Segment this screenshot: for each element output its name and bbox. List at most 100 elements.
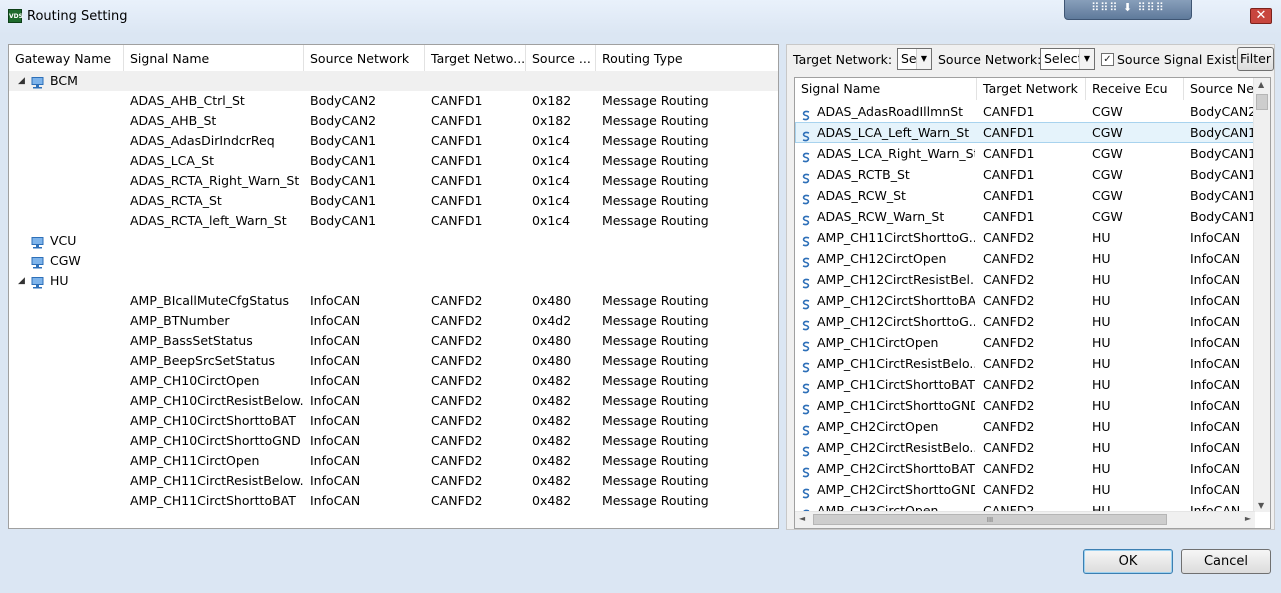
signal-cell-2: CANFD2	[983, 482, 1035, 497]
signal-row[interactable]: ADAS_RCW_St CANFD1 CGW BodyCAN1	[795, 185, 1259, 206]
cell-routing-type: Message Routing	[602, 353, 709, 368]
expand-arrow-icon[interactable]: ◢	[18, 271, 25, 291]
column-header-6[interactable]: Routing Type	[596, 45, 778, 72]
signal-cell-3: CGW	[1092, 188, 1123, 203]
source-signal-exist-checkbox[interactable]: ✓	[1101, 53, 1114, 66]
table-row[interactable]: AMP_BeepSrcSetStatus InfoCAN CANFD2 0x480 Me…	[9, 351, 778, 371]
tree-group-row[interactable]: VCU	[9, 231, 778, 251]
signal-cell-2: CANFD1	[983, 125, 1035, 140]
signal-icon	[801, 295, 811, 310]
signal-icon	[801, 106, 811, 121]
column-header-1[interactable]: Gateway Name	[9, 45, 124, 72]
horizontal-scrollbar[interactable]: ◄ III ►	[795, 511, 1255, 528]
scroll-up-icon[interactable]: ▲	[1258, 80, 1264, 89]
scroll-right-icon[interactable]: ►	[1245, 514, 1251, 523]
signal-row[interactable]: AMP_CH2CirctShorttoGND CANFD2 HU InfoCAN	[795, 479, 1259, 500]
signal-row[interactable]: AMP_CH12CirctShorttoBAT CANFD2 HU InfoCAN	[795, 290, 1259, 311]
close-button[interactable]: ✕	[1250, 8, 1272, 24]
chevron-down-icon: ▼	[1079, 49, 1094, 69]
signal-row[interactable]: AMP_CH1CirctShorttoGND CANFD2 HU InfoCAN	[795, 395, 1259, 416]
scroll-thumb[interactable]	[1256, 94, 1268, 110]
signal-row[interactable]: ADAS_AdasRoadIllmnSt CANFD1 CGW BodyCAN2	[795, 101, 1259, 122]
signal-cell-3: HU	[1092, 314, 1111, 329]
signal-cell-4: InfoCAN	[1190, 293, 1241, 308]
table-row[interactable]: AMP_BTNumber InfoCAN CANFD2 0x4d2 Message Ro…	[9, 311, 778, 331]
table-row[interactable]: ADAS_RCTA_Right_Warn_St BodyCAN1 CANFD1 0x1…	[9, 171, 778, 191]
signal-row[interactable]: AMP_CH1CirctOpen CANFD2 HU InfoCAN	[795, 332, 1259, 353]
cell-signal-name: ADAS_RCTA_Right_Warn_St	[130, 173, 300, 188]
cell-routing-type: Message Routing	[602, 413, 709, 428]
target-network-select[interactable]: Se ▼	[897, 48, 932, 70]
window-control-widget[interactable]: ⠿⠿⠿ ⬇ ⠿⠿⠿	[1064, 0, 1192, 20]
ok-button[interactable]: OK	[1083, 549, 1173, 574]
table-row[interactable]: ADAS_RCTA_St BodyCAN1 CANFD1 0x1c4 Message R…	[9, 191, 778, 211]
tree-group-row[interactable]: ◢ HU	[9, 271, 778, 291]
column-header-4[interactable]: Target Netwo...	[425, 45, 526, 72]
signal-column-header-4[interactable]: Source Net	[1184, 78, 1259, 100]
table-row[interactable]: AMP_CH10CirctResistBelow... InfoCAN CANFD2…	[9, 391, 778, 411]
signal-cell-2: CANFD2	[983, 230, 1035, 245]
signal-row[interactable]: ADAS_LCA_Left_Warn_St CANFD1 CGW BodyCAN1	[795, 122, 1259, 143]
signal-row[interactable]: ADAS_LCA_Right_Warn_St CANFD1 CGW BodyCAN1	[795, 143, 1259, 164]
signal-cell-4: InfoCAN	[1190, 335, 1241, 350]
expand-arrow-icon[interactable]: ◢	[18, 71, 25, 91]
table-row[interactable]: AMP_CH11CirctShorttoBAT InfoCAN CANFD2 0x48…	[9, 491, 778, 511]
signal-cell-3: HU	[1092, 419, 1111, 434]
signal-row[interactable]: ADAS_RCTB_St CANFD1 CGW BodyCAN1	[795, 164, 1259, 185]
cell-source: 0x1c4	[532, 213, 571, 228]
cancel-button[interactable]: Cancel	[1181, 549, 1271, 574]
signal-cell-3: HU	[1092, 482, 1111, 497]
scroll-left-icon[interactable]: ◄	[799, 514, 805, 523]
table-row[interactable]: AMP_CH10CirctShorttoGND InfoCAN CANFD2 0x48…	[9, 431, 778, 451]
signal-column-header-1[interactable]: Signal Name	[795, 78, 977, 100]
signal-cell-1: AMP_CH1CirctShorttoBAT	[817, 377, 975, 392]
table-row[interactable]: ADAS_AHB_St BodyCAN2 CANFD1 0x182 Message Ro…	[9, 111, 778, 131]
table-row[interactable]: AMP_BIcallMuteCfgStatus InfoCAN CANFD2 0x48…	[9, 291, 778, 311]
table-row[interactable]: AMP_CH11CirctResistBelow... InfoCAN CANFD2…	[9, 471, 778, 491]
tree-group-row[interactable]: CGW	[9, 251, 778, 271]
routing-tree-table: Gateway Name Signal Name Source Network Tar…	[8, 44, 779, 529]
vertical-scrollbar[interactable]: ▲ ▼	[1253, 78, 1270, 512]
table-row[interactable]: AMP_CH10CirctOpen InfoCAN CANFD2 0x482 Messa…	[9, 371, 778, 391]
signal-cell-1: AMP_CH12CirctOpen	[817, 251, 947, 266]
signal-row[interactable]: AMP_CH12CirctOpen CANFD2 HU InfoCAN	[795, 248, 1259, 269]
app-logo-icon: VDS	[8, 9, 23, 23]
tree-group-row[interactable]: ◢ BCM	[9, 71, 778, 91]
table-row[interactable]: ADAS_AHB_Ctrl_St BodyCAN2 CANFD1 0x182 Messa…	[9, 91, 778, 111]
signal-row[interactable]: AMP_CH2CirctShorttoBAT CANFD2 HU InfoCAN	[795, 458, 1259, 479]
filter-button[interactable]: Filter	[1237, 47, 1274, 71]
table-row[interactable]: ADAS_RCTA_left_Warn_St BodyCAN1 CANFD1 0x1c…	[9, 211, 778, 231]
source-network-select[interactable]: Select ▼	[1040, 48, 1095, 70]
signal-row[interactable]: AMP_CH11CirctShorttoG... CANFD2 HU InfoCAN	[795, 227, 1259, 248]
signal-column-header-3[interactable]: Receive Ecu	[1086, 78, 1184, 100]
signal-row[interactable]: ADAS_RCW_Warn_St CANFD1 CGW BodyCAN1	[795, 206, 1259, 227]
signal-cell-4: InfoCAN	[1190, 356, 1241, 371]
table-row[interactable]: ADAS_AdasDirIndcrReq BodyCAN1 CANFD1 0x1c4 M…	[9, 131, 778, 151]
table-row[interactable]: AMP_CH11CirctOpen InfoCAN CANFD2 0x482 Messa…	[9, 451, 778, 471]
signal-row[interactable]: AMP_CH2CirctResistBelo... CANFD2 HU InfoCAN	[795, 437, 1259, 458]
column-header-5[interactable]: Source ...	[526, 45, 596, 72]
signal-row[interactable]: AMP_CH2CirctOpen CANFD2 HU InfoCAN	[795, 416, 1259, 437]
signal-row[interactable]: AMP_CH1CirctResistBelo... CANFD2 HU InfoCAN	[795, 353, 1259, 374]
signal-row[interactable]: AMP_CH12CirctShorttoG... CANFD2 HU InfoCAN	[795, 311, 1259, 332]
signal-icon	[801, 463, 811, 478]
column-header-2[interactable]: Signal Name	[124, 45, 304, 72]
cell-source: 0x182	[532, 113, 572, 128]
scroll-down-icon[interactable]: ▼	[1258, 501, 1264, 510]
cell-source-network: BodyCAN1	[310, 193, 377, 208]
cell-source: 0x480	[532, 333, 572, 348]
signal-row[interactable]: AMP_CH12CirctResistBel... CANFD2 HU InfoCAN	[795, 269, 1259, 290]
signal-cell-4: InfoCAN	[1190, 314, 1241, 329]
column-header-3[interactable]: Source Network	[304, 45, 425, 72]
signal-cell-1: AMP_CH1CirctShorttoGND	[817, 398, 975, 413]
scroll-thumb-horizontal[interactable]: III	[813, 514, 1167, 525]
cell-source: 0x182	[532, 93, 572, 108]
cell-source-network: BodyCAN2	[310, 113, 377, 128]
signal-row[interactable]: AMP_CH1CirctShorttoBAT CANFD2 HU InfoCAN	[795, 374, 1259, 395]
table-row[interactable]: AMP_CH10CirctShorttoBAT InfoCAN CANFD2 0x48…	[9, 411, 778, 431]
gateway-name: CGW	[50, 253, 81, 268]
signal-column-header-2[interactable]: Target Network	[977, 78, 1086, 100]
cell-signal-name: AMP_CH11CirctShorttoBAT	[130, 493, 296, 508]
table-row[interactable]: ADAS_LCA_St BodyCAN1 CANFD1 0x1c4 Message Ro…	[9, 151, 778, 171]
table-row[interactable]: AMP_BassSetStatus InfoCAN CANFD2 0x480 Messa…	[9, 331, 778, 351]
